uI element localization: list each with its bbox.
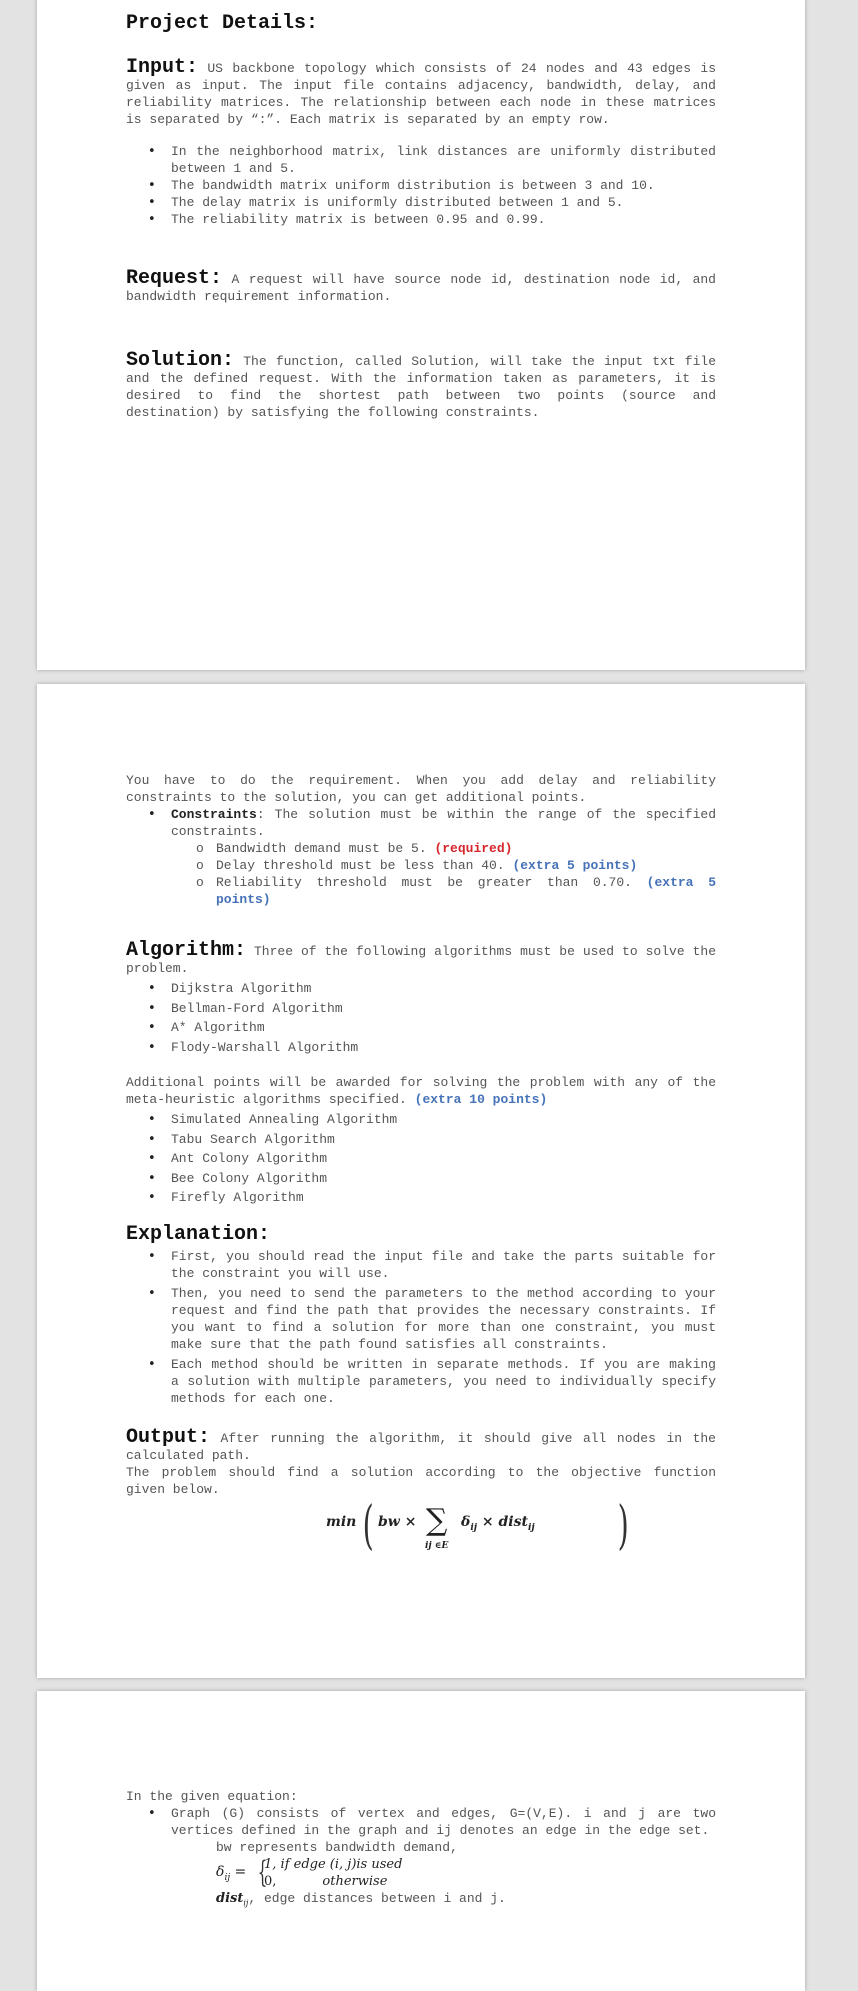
equation-intro: In the given equation: — [126, 1789, 298, 1804]
explanation-heading: Explanation: — [126, 1222, 271, 1246]
constraints-list: Constraints: The solution must be within… — [126, 806, 716, 840]
input-heading: Input: — [126, 56, 199, 79]
requirement-intro: You have to do the requirement. When you… — [126, 773, 716, 805]
formula-dist-sub: ij — [527, 1522, 535, 1533]
right-paren: ) — [617, 1495, 629, 1556]
formula-bw: bw × — [378, 1513, 417, 1530]
list-item: Simulated Annealing Algorithm — [126, 1110, 716, 1130]
output-text: After running the algorithm, it should g… — [126, 1430, 716, 1463]
list-item: Bee Colony Algorithm — [126, 1169, 716, 1189]
objective-text: The problem should find a solution accor… — [126, 1464, 716, 1497]
list-item: Ant Colony Algorithm — [126, 1149, 716, 1169]
equation-list: Graph (G) consists of vertex and edges, … — [126, 1805, 716, 1839]
meta-heuristic-list: Simulated Annealing Algorithm Tabu Searc… — [126, 1110, 716, 1208]
sum-subscript: ij ∈E — [425, 1540, 449, 1551]
document-page-3: In the given equation: Graph (G) consist… — [37, 1691, 805, 1991]
formula-delta: δ — [461, 1513, 471, 1530]
explanation-list: First, you should read the input file an… — [126, 1248, 716, 1407]
objective-formula: min ( bw × ∑ ij ∈E δij × distij ) — [126, 1496, 716, 1570]
constraint-text: Bandwidth demand must be 5. — [216, 841, 435, 856]
delta-eq: = — [230, 1864, 247, 1880]
constraints-item: Constraints: The solution must be within… — [126, 806, 716, 840]
list-item: Each method should be written in separat… — [126, 1356, 716, 1407]
algorithm-heading: Algorithm: — [126, 939, 247, 962]
list-item: The bandwidth matrix uniform distributio… — [126, 177, 716, 194]
list-item: Then, you need to send the parameters to… — [126, 1285, 716, 1353]
input-section: Input: US backbone topology which consis… — [126, 56, 716, 128]
algorithm-section: Algorithm: Three of the following algori… — [126, 939, 716, 977]
document-page-2: You have to do the requirement. When you… — [37, 684, 805, 1678]
list-item: Firefly Algorithm — [126, 1188, 716, 1208]
list-item: In the neighborhood matrix, link distanc… — [126, 143, 716, 177]
bw-definition: bw represents bandwidth demand, — [216, 1840, 458, 1855]
solution-heading: Solution: — [126, 349, 235, 372]
formula-min: min — [326, 1513, 357, 1530]
formula-dist: × dist — [477, 1513, 528, 1530]
required-tag: (required) — [434, 841, 513, 856]
extra-points-tag: (extra 10 points) — [414, 1092, 548, 1107]
list-item: The reliability matrix is between 0.95 a… — [126, 211, 716, 228]
additional-points-text: Additional points will be awarded for so… — [126, 1074, 716, 1108]
left-paren: ( — [362, 1495, 374, 1556]
algorithm-list: Dijkstra Algorithm Bellman-Ford Algorith… — [126, 979, 716, 1057]
input-text: US backbone topology which consists of 2… — [126, 61, 716, 127]
list-item: Bellman-Ford Algorithm — [126, 999, 716, 1019]
list-item: Flody-Warshall Algorithm — [126, 1038, 716, 1058]
list-item: Dijkstra Algorithm — [126, 979, 716, 999]
constraint-bandwidth: Bandwidth demand must be 5. (required) — [126, 840, 716, 857]
constraint-sublist: Bandwidth demand must be 5. (required) D… — [126, 840, 716, 908]
page-title: Project Details: — [126, 12, 319, 35]
delta-definition: δij = { 1, if edge (i, j)is used 0, other… — [216, 1855, 716, 1890]
request-heading: Request: — [126, 267, 223, 290]
delta-case-1: 1, if edge (i, j)is used — [264, 1857, 403, 1872]
list-item: First, you should read the input file an… — [126, 1248, 716, 1282]
dist-symbol: dist — [216, 1891, 244, 1906]
constraint-delay: Delay threshold must be less than 40. (e… — [126, 857, 716, 874]
delta-case-2-condition: otherwise — [322, 1874, 388, 1889]
constraints-label: Constraints — [171, 807, 257, 822]
input-bullets: In the neighborhood matrix, link distanc… — [126, 143, 716, 228]
constraint-reliability: Reliability threshold must be greater th… — [126, 874, 716, 908]
request-section: Request: A request will have source node… — [126, 267, 716, 305]
constraint-text: Delay threshold must be less than 40. — [216, 858, 513, 873]
output-heading: Output: — [126, 1425, 211, 1449]
constraint-text: Reliability threshold must be greater th… — [216, 875, 647, 890]
list-item: The delay matrix is uniformly distribute… — [126, 194, 716, 211]
document-page-1: Project Details: Input: US backbone topo… — [37, 0, 805, 670]
extra-points-tag: (extra 5 points) — [512, 858, 638, 873]
dist-text: , edge distances between i and j. — [248, 1891, 506, 1906]
list-item: Graph (G) consists of vertex and edges, … — [126, 1805, 716, 1839]
list-item: Tabu Search Algorithm — [126, 1130, 716, 1150]
list-item: A* Algorithm — [126, 1018, 716, 1038]
delta-case-2-value: 0, — [264, 1874, 277, 1889]
output-section: Output: After running the algorithm, it … — [126, 1425, 716, 1464]
variable-definitions: bw represents bandwidth demand, δij = { … — [126, 1839, 716, 1912]
sum-symbol: ∑ — [426, 1502, 448, 1538]
solution-section: Solution: The function, called Solution,… — [126, 349, 716, 421]
dist-definition: distij, edge distances between i and j. — [216, 1890, 716, 1912]
